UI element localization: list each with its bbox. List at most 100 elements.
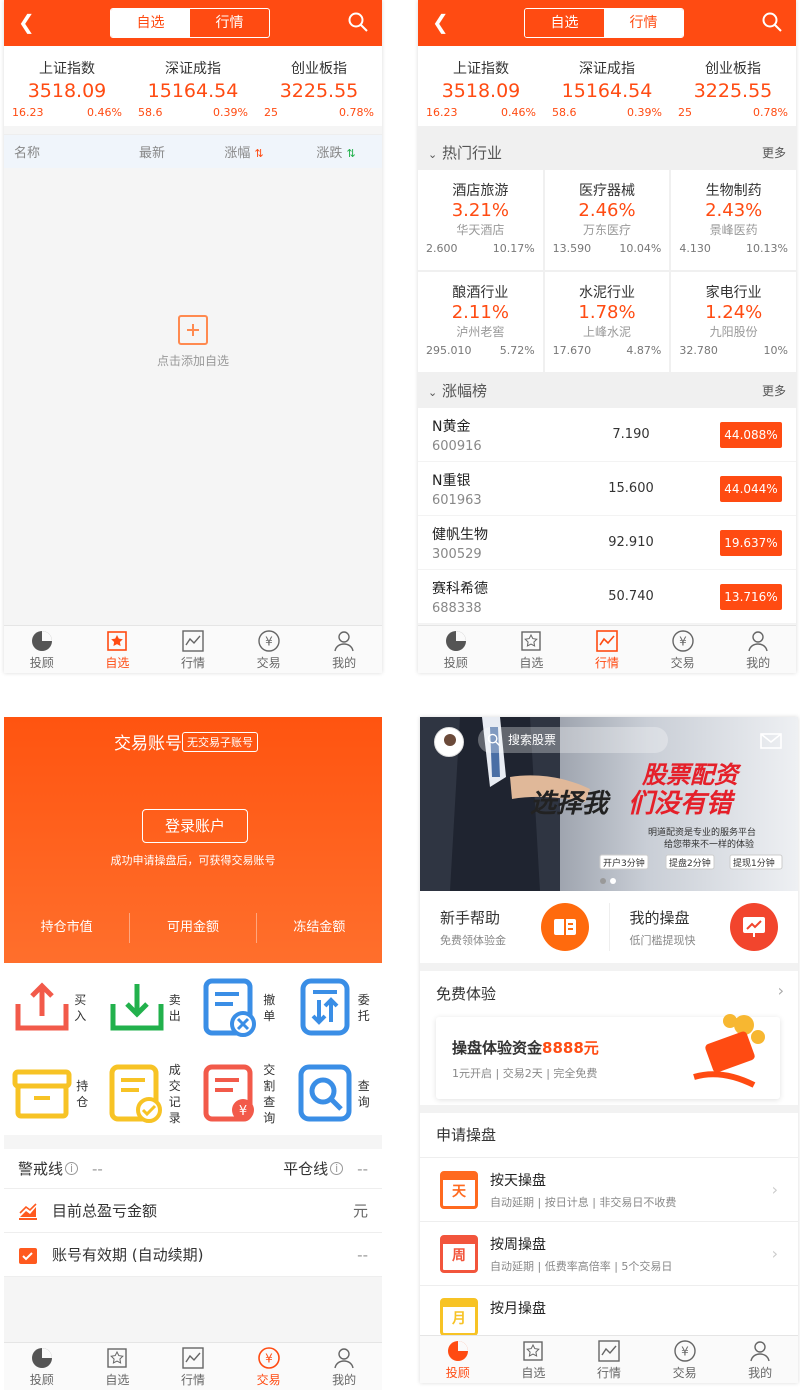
add-watchlist-icon[interactable] [178,315,208,345]
user-icon [748,631,768,652]
search-icon[interactable] [348,12,368,32]
query-button[interactable]: 查询 [288,1047,383,1135]
industry-cell[interactable]: 酿酒行业 2.11% 泸州老窖 295.010 5.72% [418,272,543,372]
tab-advisor[interactable]: 投顾 [418,626,494,673]
add-watchlist-hint[interactable]: 点击添加自选 [4,352,382,369]
back-icon[interactable]: ❮ [18,10,35,34]
industry-cell[interactable]: 家电行业 1.24% 九阳股份 32.780 10% [671,272,796,372]
index-item[interactable]: 创业板指 3225.55 25 0.78% [670,46,796,126]
rank-row[interactable]: 赛科希德 688338 50.740 13.716% [418,570,796,624]
account-header: 交易账号 无交易子账号 登录账户 成功申请操盘后，可获得交易账号 持仓市值 可用… [4,717,382,963]
more-link[interactable]: 更多 [762,382,786,399]
newbie-help-button[interactable]: 新手帮助 免费领体验金 [420,903,610,951]
close-line-value: -- [357,1159,368,1178]
buy-button[interactable]: 买入 [4,963,99,1047]
sort-icon: ⇅ [254,147,264,160]
search-input[interactable]: 搜索股票 [478,727,668,753]
rank-row[interactable]: N黄金 600916 7.190 44.088% [418,408,796,462]
tab-mine[interactable]: 我的 [720,626,796,673]
rank-row[interactable]: N重银 601963 15.600 44.044% [418,462,796,516]
sell-button[interactable]: 卖出 [99,963,194,1047]
column-change[interactable]: 涨跌 ⇅ [290,142,382,161]
tab-market-nav[interactable]: 行情 [569,626,645,673]
delivery-query-button[interactable]: ¥ 交割查询 [193,1047,288,1135]
quick-entry: 新手帮助 免费领体验金 我的操盘 低门槛提现快 [420,891,798,971]
back-icon[interactable]: ❮ [432,10,449,34]
tab-market[interactable]: 行情 [190,9,269,37]
calendar-day-icon: 天 [440,1170,478,1209]
my-trading-button[interactable]: 我的操盘 低门槛提现快 [610,903,799,951]
red-envelope-icon [693,1014,765,1088]
more-link[interactable]: 更多 [762,144,786,161]
tab-advisor[interactable]: 投顾 [4,626,80,673]
tab-trade[interactable]: ¥ 交易 [231,626,307,673]
tab-mine[interactable]: 我的 [306,626,382,673]
chevron-right-icon[interactable]: › [778,981,784,1000]
promo-banner[interactable]: 搜索股票 选择我 股票配资 们没有错 明道配资是专业的服务平台 给您带来不一样的… [420,717,798,891]
tab-watchlist-nav[interactable]: 自选 [80,1343,156,1390]
tab-market[interactable]: 行情 [604,9,683,37]
tab-trade[interactable]: ¥ 交易 [647,1336,723,1383]
available-amount-label: 可用金额 [130,913,257,943]
tab-advisor[interactable]: 投顾 [4,1343,80,1390]
login-button[interactable]: 登录账户 [142,809,248,843]
cancel-order-button[interactable]: 撤单 [193,963,288,1047]
industry-cell[interactable]: 水泥行业 1.78% 上峰水泥 17.670 4.87% [544,272,670,372]
avatar[interactable] [434,727,464,757]
index-item[interactable]: 创业板指 3225.55 25 0.78% [256,46,382,126]
deal-record-button[interactable]: 成交记录 [99,1047,194,1135]
rank-header[interactable]: ⌄ 涨幅榜 更多 [418,372,796,408]
rank-row[interactable]: 健帆生物 300529 92.910 19.637% [418,516,796,570]
tab-market-nav[interactable]: 行情 [571,1336,647,1383]
position-value-label: 持仓市值 [4,913,131,943]
industry-cell[interactable]: 医疗器械 2.46% 万东医疗 13.590 10.04% [544,170,670,270]
tab-mine[interactable]: 我的 [306,1343,382,1390]
index-name: 创业板指 [291,61,347,77]
pnl-row: 目前总盈亏金额 元 [4,1189,382,1233]
position-button[interactable]: 持仓 [4,1047,99,1135]
section-title: 申请操盘 [436,1126,497,1144]
index-change: 16.23 [426,106,458,119]
yen-icon: ¥ [671,630,694,652]
bottom-tabbar: 投顾 自选 行情 ¥ 交易 我的 [4,1342,382,1390]
industry-cell[interactable]: 生物制药 2.43% 景峰医药 4.130 10.13% [671,170,796,270]
index-item[interactable]: 上证指数 3518.09 16.23 0.46% [4,46,130,126]
index-item[interactable]: 深证成指 15164.54 58.6 0.39% [130,46,256,126]
yen-icon: ¥ [257,630,280,652]
free-trial-card[interactable]: 操盘体验资金8888元 1元开启 | 交易2天 | 完全免费 [436,1014,780,1099]
tab-market-nav[interactable]: 行情 [155,626,231,673]
info-icon[interactable]: i [330,1162,344,1175]
info-icon[interactable]: i [65,1162,79,1175]
plan-week-row[interactable]: 周 按周操盘 自动延期 | 低费率高倍率 | 5个交易日 › [420,1221,798,1285]
section-title: 免费体验 [436,985,497,1003]
index-pct: 0.39% [213,106,248,119]
tab-trade[interactable]: ¥ 交易 [231,1343,307,1390]
search-icon[interactable] [762,12,782,32]
column-pct[interactable]: 涨幅 ⇅ [198,142,290,161]
svg-text:¥: ¥ [239,1104,247,1119]
tab-mine[interactable]: 我的 [722,1336,798,1383]
tab-watchlist-nav[interactable]: 自选 [496,1336,572,1383]
index-item[interactable]: 上证指数 3518.09 16.23 0.46% [418,46,544,126]
chevron-right-icon: › [771,1244,778,1263]
column-name[interactable]: 名称 [4,142,106,161]
tab-watchlist[interactable]: 自选 [525,9,604,37]
user-icon [750,1341,770,1362]
tab-watchlist-nav[interactable]: 自选 [494,626,570,673]
tab-watchlist-nav[interactable]: 自选 [80,626,156,673]
mail-icon[interactable] [760,733,782,749]
entrust-button[interactable]: 委托 [288,963,383,1047]
plan-day-row[interactable]: 天 按天操盘 自动延期 | 按日计息 | 非交易日不收费 › [420,1157,798,1221]
hot-industry-header[interactable]: ⌄ 热门行业 更多 [418,134,796,170]
tab-advisor[interactable]: 投顾 [420,1336,496,1383]
banner-chip: 提盘2分钟 [669,859,711,869]
column-latest[interactable]: 最新 [106,142,198,161]
tab-watchlist[interactable]: 自选 [111,9,190,37]
search-icon [487,733,501,747]
tab-trade[interactable]: ¥ 交易 [645,626,721,673]
tab-market-nav[interactable]: 行情 [155,1343,231,1390]
search-placeholder: 搜索股票 [508,733,557,747]
index-item[interactable]: 深证成指 15164.54 58.6 0.39% [544,46,670,126]
industry-cell[interactable]: 酒店旅游 3.21% 华天酒店 2.600 10.17% [418,170,543,270]
index-name: 深证成指 [579,61,635,77]
